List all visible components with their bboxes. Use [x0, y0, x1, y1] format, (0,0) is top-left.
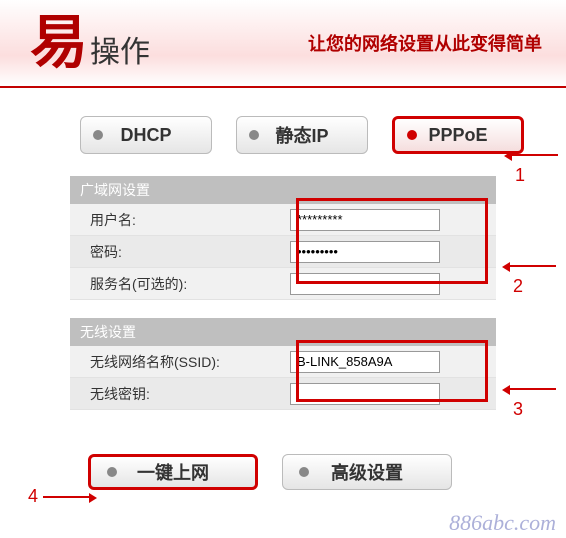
tab-pppoe-label: PPPoE — [428, 125, 487, 146]
advanced-settings-button[interactable]: 高级设置 — [282, 454, 452, 490]
service-name-input[interactable] — [290, 273, 440, 295]
password-input[interactable] — [290, 241, 440, 263]
logo: 易 操作 — [30, 14, 150, 72]
service-name-row: 服务名(可选的): — [70, 268, 496, 300]
wireless-settings-section: 无线设置 无线网络名称(SSID): 无线密钥: — [70, 318, 496, 410]
connect-button-label: 一键上网 — [137, 459, 209, 485]
connection-type-tabs: DHCP 静态IP PPPoE — [0, 88, 566, 168]
slogan: 让您的网络设置从此变得简单 — [308, 30, 542, 56]
logo-main: 易 — [30, 14, 88, 72]
tab-dhcp-label: DHCP — [120, 125, 171, 146]
tab-static-label: 静态IP — [275, 122, 328, 148]
callout-2: 2 — [508, 255, 566, 297]
radio-icon — [249, 130, 259, 140]
ssid-label: 无线网络名称(SSID): — [70, 352, 290, 372]
connect-button[interactable]: 一键上网 — [88, 454, 258, 490]
radio-icon — [107, 467, 117, 477]
tab-static-ip[interactable]: 静态IP — [236, 116, 368, 154]
password-row: 密码: — [70, 236, 496, 268]
tab-dhcp[interactable]: DHCP — [80, 116, 212, 154]
radio-icon — [407, 130, 417, 140]
radio-icon — [299, 467, 309, 477]
password-label: 密码: — [70, 242, 290, 262]
wireless-section-title: 无线设置 — [70, 318, 496, 346]
service-name-label: 服务名(可选的): — [70, 274, 290, 294]
action-buttons: 一键上网 高级设置 — [0, 410, 566, 490]
username-label: 用户名: — [70, 210, 290, 230]
watermark: 886abc.com — [449, 510, 556, 536]
ssid-row: 无线网络名称(SSID): — [70, 346, 496, 378]
advanced-button-label: 高级设置 — [331, 459, 403, 485]
header: 易 操作 让您的网络设置从此变得简单 — [0, 0, 566, 88]
logo-sub: 操作 — [90, 27, 150, 71]
wan-section-title: 广域网设置 — [70, 176, 496, 204]
radio-icon — [93, 130, 103, 140]
wan-settings-section: 广域网设置 用户名: 密码: 服务名(可选的): — [70, 176, 496, 300]
ssid-input[interactable] — [290, 351, 440, 373]
username-input[interactable] — [290, 209, 440, 231]
tab-pppoe[interactable]: PPPoE — [392, 116, 524, 154]
username-row: 用户名: — [70, 204, 496, 236]
wifi-key-row: 无线密钥: — [70, 378, 496, 410]
wifi-key-input[interactable] — [290, 383, 440, 405]
wifi-key-label: 无线密钥: — [70, 384, 290, 404]
